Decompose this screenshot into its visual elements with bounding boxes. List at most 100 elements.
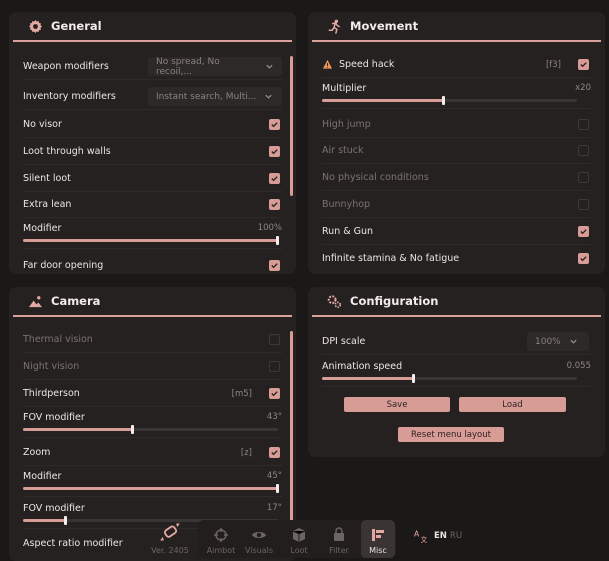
weapon-modifiers-value: No spread, No recoil,... — [156, 56, 220, 77]
thirdperson-row[interactable]: Thirdperson [m5] — [23, 381, 282, 407]
tab-aimbot-label: Aimbot — [206, 546, 236, 555]
night-row[interactable]: Night vision — [23, 354, 282, 380]
zoom-modifier-slider-fill — [23, 487, 278, 490]
save-button[interactable]: Save — [344, 397, 450, 412]
zoom-modifier-slider-row[interactable]: Modifier 45° — [23, 467, 282, 497]
fov-modifier-slider-fill — [23, 428, 133, 431]
silent-loot-checkbox[interactable] — [269, 173, 280, 184]
chevron-down-icon — [570, 339, 577, 344]
load-button[interactable]: Load — [459, 397, 566, 412]
modifier-slider[interactable] — [23, 236, 279, 245]
inventory-modifiers-row[interactable]: Inventory modifiers Instant search, Mult… — [23, 84, 282, 110]
silent-loot-label: Silent loot — [23, 173, 71, 184]
multiplier-slider-handle[interactable] — [442, 96, 446, 105]
tab-filter[interactable]: Filter — [322, 520, 356, 558]
modifier-slider-handle[interactable] — [276, 236, 279, 245]
high-jump-row[interactable]: High jump — [322, 112, 591, 138]
silent-loot-row[interactable]: Silent loot — [23, 166, 282, 192]
run-gun-row[interactable]: Run & Gun — [322, 219, 591, 245]
multiplier-slider-row[interactable]: Multiplier x20 — [322, 79, 591, 109]
camera-scrollbar[interactable] — [290, 331, 293, 521]
configuration-title: Configuration — [350, 294, 439, 308]
no-physical-row[interactable]: No physical conditions — [322, 165, 591, 191]
filter-icon — [334, 527, 344, 541]
camera-title: Camera — [51, 294, 101, 308]
zoom-label: Zoom — [23, 447, 51, 458]
air-stuck-checkbox[interactable] — [578, 145, 589, 156]
zoom-checkbox[interactable] — [269, 447, 280, 458]
thirdperson-key[interactable]: [m5] — [232, 389, 252, 399]
modifier-slider-row[interactable]: Modifier 100% — [23, 219, 282, 249]
bunnyhop-checkbox[interactable] — [578, 199, 589, 210]
dpi-scale-select[interactable]: 100% — [527, 332, 589, 351]
general-scrollbar[interactable] — [290, 56, 293, 196]
tab-misc-label: Misc — [369, 546, 387, 555]
tab-misc[interactable]: Misc — [361, 520, 395, 558]
zoom-modifier-slider[interactable] — [23, 484, 279, 493]
camera-header: Camera — [13, 287, 292, 317]
box-icon — [292, 528, 306, 542]
gear-icon — [27, 18, 43, 34]
lang-ru[interactable]: RU — [450, 531, 462, 541]
fov-modifier-slider[interactable] — [23, 425, 278, 434]
speed-hack-row[interactable]: Speed hack [f3] — [322, 52, 591, 78]
high-jump-checkbox[interactable] — [578, 119, 589, 130]
fov-modifier-slider-row[interactable]: FOV modifier 43° — [23, 408, 282, 438]
general-header: General — [13, 12, 292, 42]
image-icon — [27, 293, 43, 309]
run-gun-checkbox[interactable] — [578, 226, 589, 237]
thirdperson-checkbox[interactable] — [269, 388, 280, 399]
infinite-stamina-row[interactable]: Infinite stamina & No fatigue — [322, 245, 591, 271]
no-visor-checkbox[interactable] — [269, 119, 280, 130]
eye-icon — [252, 532, 266, 538]
zoom-modifier-slider-handle[interactable] — [276, 484, 279, 493]
modifier-label: Modifier — [23, 223, 62, 234]
modifier-value: 100% — [257, 223, 282, 233]
infinite-stamina-checkbox[interactable] — [578, 252, 589, 264]
zoom-fov-slider-handle[interactable] — [64, 516, 68, 525]
bunnyhop-label: Bunnyhop — [322, 199, 371, 210]
no-physical-checkbox[interactable] — [578, 172, 589, 183]
tab-visuals[interactable]: Visuals — [242, 520, 276, 558]
aspect-ratio-label: Aspect ratio modifier — [23, 537, 123, 549]
bunnyhop-row[interactable]: Bunnyhop — [322, 192, 591, 218]
extra-lean-checkbox[interactable] — [269, 199, 280, 210]
far-door-row[interactable]: Far door opening — [23, 252, 282, 274]
far-door-checkbox[interactable] — [269, 259, 280, 271]
extra-lean-row[interactable]: Extra lean — [23, 192, 282, 218]
thermal-label: Thermal vision — [23, 334, 93, 345]
speed-hack-checkbox[interactable] — [578, 59, 589, 70]
thermal-checkbox[interactable] — [269, 334, 280, 345]
no-visor-row[interactable]: No visor — [23, 112, 282, 138]
animation-speed-slider-handle[interactable] — [411, 374, 415, 383]
weapon-modifiers-label: Weapon modifiers — [23, 61, 109, 72]
animation-speed-slider-row[interactable]: Animation speed 0.055 — [322, 357, 591, 387]
dpi-scale-row[interactable]: DPI scale 100% — [322, 329, 591, 355]
zoom-row[interactable]: Zoom [z] — [23, 440, 282, 466]
dpi-scale-label: DPI scale — [322, 336, 366, 347]
air-stuck-row[interactable]: Air stuck — [322, 138, 591, 164]
loot-through-walls-row[interactable]: Loot through walls — [23, 139, 282, 165]
version-text: Ver. 2405 — [151, 546, 189, 555]
lang-en[interactable]: EN — [434, 531, 447, 541]
tab-aimbot[interactable]: Aimbot — [204, 520, 238, 558]
tab-visuals-label: Visuals — [244, 546, 274, 555]
fov-modifier-slider-handle[interactable] — [130, 425, 134, 434]
tab-loot[interactable]: Loot — [282, 520, 316, 558]
general-panel: General Weapon modifiers No spread, No r… — [9, 12, 296, 274]
night-checkbox[interactable] — [269, 361, 280, 372]
speed-hack-key[interactable]: [f3] — [546, 60, 561, 70]
animation-speed-slider[interactable] — [322, 374, 577, 383]
weapon-modifiers-select[interactable]: No spread, No recoil,... — [148, 56, 282, 77]
inventory-modifiers-select[interactable]: Instant search, Multi... — [148, 87, 282, 106]
reset-layout-button[interactable]: Reset menu layout — [398, 427, 504, 442]
zoom-key[interactable]: [z] — [241, 448, 252, 458]
gears-icon — [326, 293, 342, 309]
language-switch[interactable]: A文 EN RU — [414, 528, 462, 543]
thermal-row[interactable]: Thermal vision — [23, 327, 282, 353]
weapon-modifiers-row[interactable]: Weapon modifiers No spread, No recoil,..… — [23, 54, 282, 80]
loot-through-walls-checkbox[interactable] — [269, 146, 280, 157]
thirdperson-label: Thirdperson — [23, 388, 80, 399]
chevron-down-icon — [265, 94, 273, 99]
multiplier-slider[interactable] — [322, 96, 577, 105]
